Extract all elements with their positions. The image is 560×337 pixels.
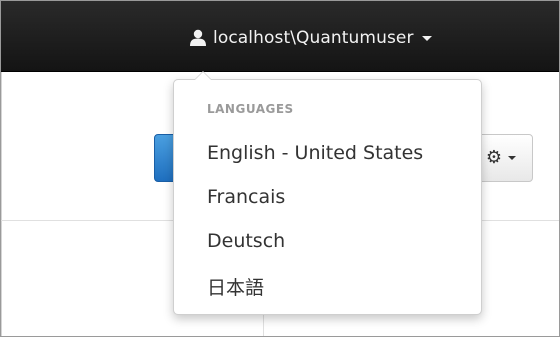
language-option-japanese[interactable]: 日本語: [207, 273, 264, 300]
panel-border: [1, 72, 2, 336]
gear-icon: ⚙: [485, 147, 503, 168]
language-option-french[interactable]: Francais: [207, 186, 285, 208]
chevron-down-icon: [421, 35, 432, 41]
language-dropdown-menu: LANGUAGES English - United States Franca…: [173, 71, 482, 315]
top-navbar: localhost\Quantumuser: [1, 1, 559, 72]
chevron-down-icon: [508, 156, 517, 160]
app-frame: localhost\Quantumuser ⚙ LANGUAGES Englis…: [0, 0, 560, 337]
language-option-german[interactable]: Deutsch: [207, 230, 285, 252]
user-icon: [189, 29, 207, 47]
user-menu-toggle[interactable]: localhost\Quantumuser: [189, 25, 432, 51]
user-name-label: localhost\Quantumuser: [213, 28, 414, 48]
dropdown-pointer: [194, 71, 212, 80]
language-option-english[interactable]: English - United States: [207, 142, 423, 164]
languages-header: LANGUAGES: [207, 102, 294, 116]
